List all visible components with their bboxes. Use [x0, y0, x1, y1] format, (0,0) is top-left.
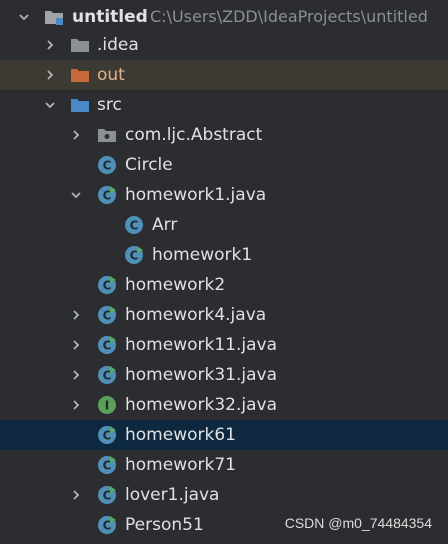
class-runnable-icon: C	[125, 246, 143, 264]
tree-node-label: com.ljc.Abstract	[125, 125, 263, 145]
tree-node-homework32-java[interactable]: I homework32.java	[0, 390, 448, 420]
tree-node-homework2[interactable]: C homework2	[0, 270, 448, 300]
chevron-right-icon[interactable]	[70, 369, 82, 381]
tree-node-homework71[interactable]: C homework71	[0, 450, 448, 480]
class-runnable-icon: C	[98, 426, 116, 444]
tree-node-label: homework32.java	[125, 395, 277, 415]
tree-node-label: homework4.java	[125, 305, 267, 325]
chevron-right-icon[interactable]	[70, 339, 82, 351]
class-runnable-icon: C	[98, 456, 116, 474]
class-runnable-icon: C	[98, 186, 116, 204]
tree-node-arr[interactable]: C Arr	[0, 210, 448, 240]
folder-orange-icon	[71, 69, 89, 82]
chevron-right-icon[interactable]	[70, 489, 82, 501]
class-runnable-icon: C	[98, 366, 116, 384]
class-runnable-icon: C	[98, 486, 116, 504]
tree-node-label: homework31.java	[125, 365, 277, 385]
tree-node-label: lover1.java	[125, 485, 220, 505]
tree-node-homework61[interactable]: C homework61	[0, 420, 448, 450]
chevron-right-icon[interactable]	[44, 69, 56, 81]
class-runnable-icon: C	[98, 516, 116, 534]
class-runnable-icon: C	[98, 276, 116, 294]
tree-node-out[interactable]: out	[0, 60, 448, 90]
tree-node-label: homework1	[152, 245, 253, 265]
chevron-down-icon[interactable]	[18, 11, 30, 23]
chevron-down-icon[interactable]	[44, 99, 56, 111]
tree-node-label: Circle	[125, 155, 173, 175]
tree-node-label: out	[97, 65, 125, 85]
tree-node-idea[interactable]: .idea	[0, 30, 448, 60]
tree-node-src[interactable]: src	[0, 90, 448, 120]
tree-node-homework31-java[interactable]: C homework31.java	[0, 360, 448, 390]
chevron-down-icon[interactable]	[70, 189, 82, 201]
project-path: C:\Users\ZDD\IdeaProjects\untitled	[150, 7, 428, 26]
tree-node-label: .idea	[97, 35, 139, 55]
project-tree: untitled C:\Users\ZDD\IdeaProjects\untit…	[0, 0, 448, 544]
project-name: untitled	[72, 7, 148, 27]
tree-node-label: homework1.java	[125, 185, 267, 205]
tree-node-project-root[interactable]: untitled C:\Users\ZDD\IdeaProjects\untit…	[0, 2, 448, 32]
tree-node-homework1-java[interactable]: C homework1.java	[0, 180, 448, 210]
tree-node-circle[interactable]: C Circle	[0, 150, 448, 180]
tree-node-homework1[interactable]: C homework1	[0, 240, 448, 270]
tree-node-label: Arr	[152, 215, 178, 235]
tree-node-lover1-java[interactable]: C lover1.java	[0, 480, 448, 510]
class-icon: C	[98, 156, 116, 174]
svg-text:C: C	[103, 159, 112, 173]
tree-node-label: homework11.java	[125, 335, 277, 355]
interface-runnable-icon: I	[98, 396, 116, 414]
chevron-right-icon[interactable]	[70, 309, 82, 321]
tree-node-label: homework2	[125, 275, 226, 295]
svg-text:C: C	[130, 219, 139, 233]
tree-node-label: homework71	[125, 455, 236, 475]
tree-node-label: Person51	[125, 515, 204, 535]
folder-icon	[71, 39, 89, 52]
tree-node-package[interactable]: com.ljc.Abstract	[0, 120, 448, 150]
tree-node-label: homework61	[125, 425, 236, 445]
package-icon	[98, 129, 116, 142]
class-icon: C	[125, 216, 143, 234]
svg-text:I: I	[105, 399, 109, 413]
chevron-right-icon[interactable]	[70, 129, 82, 141]
tree-node-homework11-java[interactable]: C homework11.java	[0, 330, 448, 360]
chevron-right-icon[interactable]	[70, 399, 82, 411]
class-runnable-icon: C	[98, 306, 116, 324]
folder-blue-icon	[71, 99, 89, 112]
class-runnable-icon: C	[98, 336, 116, 354]
chevron-right-icon[interactable]	[44, 39, 56, 51]
tree-node-label: src	[97, 95, 122, 115]
watermark-text: CSDN @m0_74484354	[284, 515, 432, 531]
module-folder-icon	[45, 11, 63, 25]
tree-node-homework4-java[interactable]: C homework4.java	[0, 300, 448, 330]
